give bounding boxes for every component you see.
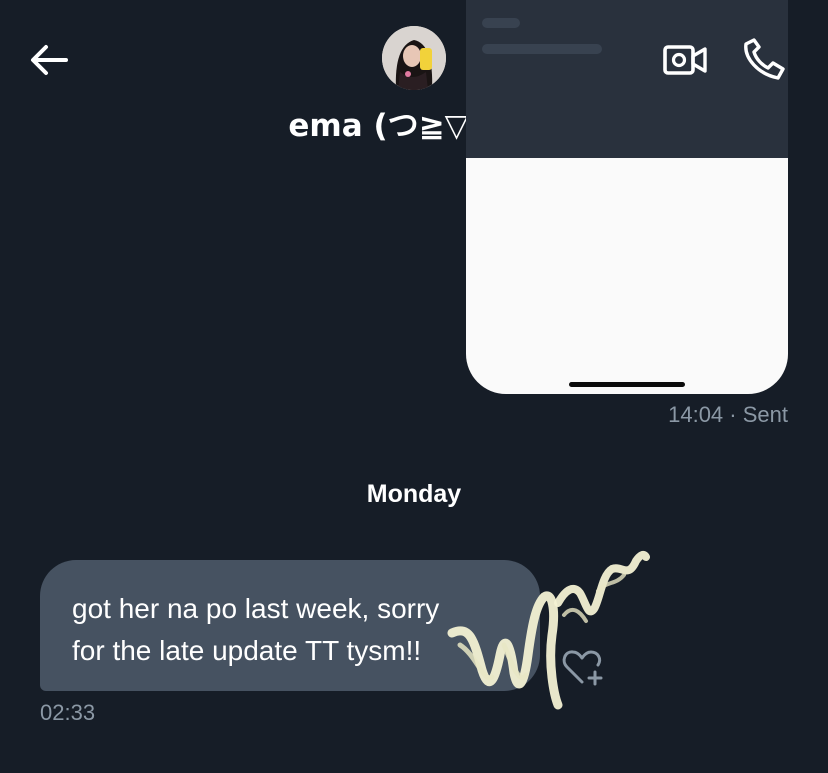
message-text: got her na po last week, sorry for the l… [72, 588, 532, 672]
received-time: 02:33 [40, 700, 96, 725]
avatar[interactable] [382, 26, 446, 90]
day-divider: Monday [366, 480, 462, 508]
video-camera-icon [663, 45, 707, 75]
message-text-line: got her na po last week, sorry [72, 593, 440, 624]
video-call-button[interactable] [662, 40, 708, 80]
message-text-line: for the late update TT tysm!! [72, 635, 422, 666]
arrow-left-icon [31, 45, 68, 75]
avatar-photo [382, 26, 446, 90]
add-reaction-button[interactable] [560, 646, 606, 688]
phone-icon [744, 38, 785, 80]
heart-plus-icon [562, 650, 603, 686]
voice-call-button[interactable] [740, 36, 788, 82]
received-message-bubble[interactable]: got her na po last week, sorry for the l… [40, 560, 540, 691]
home-indicator-bar [569, 382, 685, 387]
back-button[interactable] [28, 40, 70, 80]
sent-status: · Sent [729, 402, 788, 427]
sent-message-meta: 14:04 · Sent [600, 402, 788, 428]
sent-time: 14:04 [668, 402, 724, 427]
